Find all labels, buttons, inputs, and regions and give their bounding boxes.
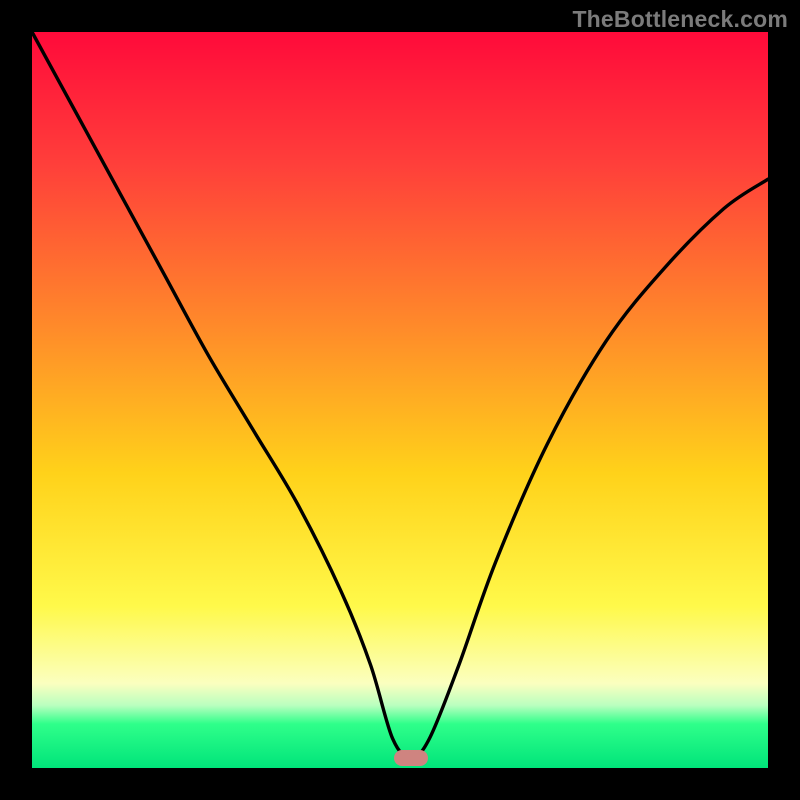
watermark-text: TheBottleneck.com — [572, 6, 788, 33]
plot-area — [32, 32, 768, 768]
bottleneck-curve — [32, 32, 768, 768]
chart-frame: TheBottleneck.com — [0, 0, 800, 800]
optimal-marker — [394, 750, 428, 766]
